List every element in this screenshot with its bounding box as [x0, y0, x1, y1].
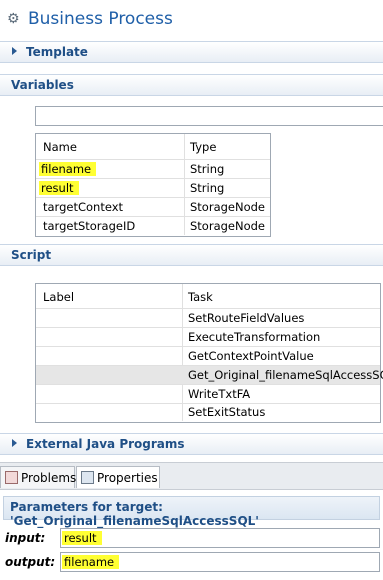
output-value: filename: [62, 555, 120, 569]
script-task: GetContextPointValue: [188, 349, 314, 363]
variable-row-targetstorageid[interactable]: targetStorageID StorageNode: [36, 217, 270, 235]
properties-icon: [81, 471, 94, 484]
parameters-title: Parameters for target: 'Get_Original_fil…: [10, 500, 259, 528]
variable-type: StorageNode: [190, 200, 266, 214]
column-header-name[interactable]: Name: [43, 140, 77, 154]
tab-label: Properties: [97, 471, 158, 485]
variable-name: targetStorageID: [43, 219, 136, 233]
template-section-header[interactable]: Template: [0, 41, 383, 63]
variables-section-label: Variables: [11, 78, 74, 92]
script-section-label: Script: [11, 248, 52, 262]
column-header-type[interactable]: Type: [190, 140, 216, 154]
script-task: SetRouteFieldValues: [188, 311, 305, 325]
tab-problems[interactable]: Problems: [0, 466, 77, 488]
variable-name: result: [39, 181, 79, 195]
variable-name: targetContext: [43, 200, 124, 214]
script-row[interactable]: SetRouteFieldValues: [36, 309, 380, 327]
output-field[interactable]: filename: [60, 552, 380, 572]
variable-name: filename: [39, 162, 97, 176]
column-header-label[interactable]: Label: [43, 290, 74, 304]
tab-label: Problems: [21, 471, 77, 485]
column-header-task[interactable]: Task: [188, 290, 213, 304]
external-java-section-label: External Java Programs: [26, 437, 185, 451]
script-row-selected[interactable]: Get_Original_filenameSqlAccessSQL: [36, 366, 383, 384]
variables-table: Name Type filename String result String …: [35, 133, 271, 237]
page-title: Business Process: [28, 9, 173, 29]
variables-section-header[interactable]: Variables: [0, 74, 383, 96]
expand-arrow-icon[interactable]: [12, 47, 17, 55]
input-value: result: [62, 531, 102, 545]
script-task: Get_Original_filenameSqlAccessSQL: [188, 368, 383, 382]
tab-properties[interactable]: Properties: [76, 466, 160, 488]
template-section-label: Template: [26, 45, 88, 59]
input-field[interactable]: result: [60, 528, 380, 548]
input-label: input:: [5, 531, 46, 545]
script-task: SetExitStatus: [188, 405, 266, 419]
variables-filter-input[interactable]: [35, 106, 383, 126]
script-row[interactable]: SetExitStatus: [36, 404, 380, 421]
gear-icon: ⚙: [7, 11, 20, 27]
variable-row-result[interactable]: result String: [36, 179, 270, 197]
variable-type: String: [190, 162, 225, 176]
script-row[interactable]: ExecuteTransformation: [36, 328, 380, 346]
variable-row-filename[interactable]: filename String: [36, 160, 270, 178]
script-table: Label Task SetRouteFieldValues ExecuteTr…: [35, 283, 383, 423]
output-label: output:: [5, 555, 56, 569]
expand-arrow-icon[interactable]: [12, 439, 17, 447]
parameters-header: Parameters for target: 'Get_Original_fil…: [3, 496, 380, 528]
external-java-section-header[interactable]: External Java Programs: [0, 433, 383, 455]
variable-type: StorageNode: [190, 219, 266, 233]
script-row[interactable]: GetContextPointValue: [36, 347, 380, 365]
problems-icon: [5, 471, 18, 484]
editor-title-bar: ⚙ Business Process: [0, 0, 383, 38]
script-section-header[interactable]: Script: [0, 244, 383, 266]
variable-type: String: [190, 181, 225, 195]
view-tab-bar: Problems Properties: [0, 462, 383, 490]
variable-row-targetcontext[interactable]: targetContext StorageNode: [36, 198, 270, 216]
script-task: WriteTxtFA: [188, 387, 251, 401]
script-task: ExecuteTransformation: [188, 330, 321, 344]
script-row[interactable]: WriteTxtFA: [36, 385, 380, 403]
